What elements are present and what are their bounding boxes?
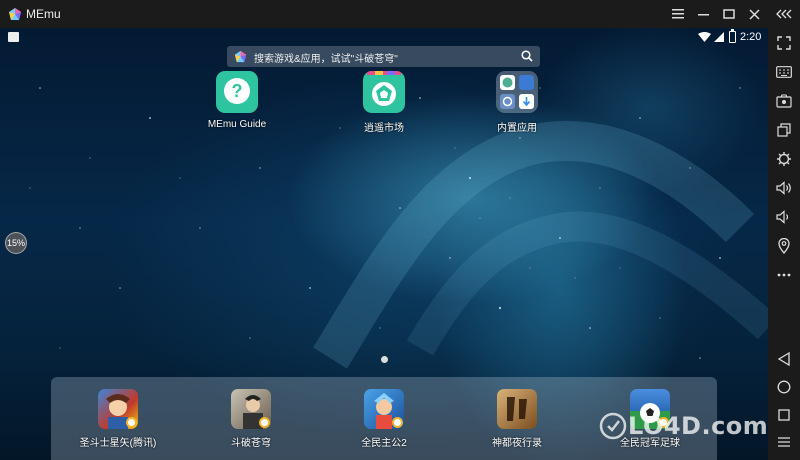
folder-icon <box>496 71 538 113</box>
dock-app-label: 圣斗士星矢(腾讯) <box>79 438 157 449</box>
doupo-game-icon <box>231 389 271 429</box>
page-indicator <box>381 356 388 363</box>
app-memu-guide[interactable]: ? MEmu Guide <box>192 71 282 130</box>
close-icon[interactable] <box>743 4 765 24</box>
app-label: 内置应用 <box>497 123 537 134</box>
memu-logo-icon <box>234 50 247 63</box>
search-bar[interactable]: 搜索游戏&应用，试试"斗破苍穹" <box>227 46 540 67</box>
quanmin-game-icon <box>364 389 404 429</box>
dock-app-label: 神都夜行录 <box>492 438 542 449</box>
recents-icon[interactable] <box>774 405 794 425</box>
dock-app-label: 斗破苍穹 <box>231 438 271 449</box>
location-icon[interactable] <box>774 236 794 256</box>
dock-app-1[interactable]: 圣斗士星矢(腾讯) <box>68 389 168 449</box>
dock-app-2[interactable]: 斗破苍穹 <box>201 389 301 449</box>
app-folder[interactable]: 内置应用 <box>472 71 562 134</box>
help-icon: ? <box>216 71 258 113</box>
wifi-icon <box>698 32 711 42</box>
window-title: MEmu <box>26 7 61 21</box>
keyboard-icon[interactable] <box>774 62 794 82</box>
more-icon[interactable] <box>774 265 794 285</box>
watermark-text: LO4D.com <box>628 412 769 440</box>
shendu-game-icon <box>497 389 537 429</box>
dock-app-3[interactable]: 全民主公2 <box>334 389 434 449</box>
back-icon[interactable] <box>774 349 794 369</box>
menu-icon[interactable] <box>667 4 689 24</box>
home-icon[interactable] <box>774 377 794 397</box>
search-icon[interactable] <box>521 50 533 62</box>
watermark: LO4D.com <box>598 408 768 444</box>
memu-logo-icon <box>9 8 21 20</box>
status-time: 2:20 <box>740 31 762 43</box>
android-menu-icon[interactable] <box>774 432 794 452</box>
android-screen: 2:20 搜索游戏&应用，试试"斗破苍穹" ? MEmu Guide 逍遥市场 … <box>0 28 768 460</box>
volume-down-icon[interactable] <box>774 207 794 227</box>
collapse-sidebar-icon[interactable] <box>773 4 795 24</box>
dock-app-4[interactable]: 神都夜行录 <box>467 389 567 449</box>
maximize-icon[interactable] <box>718 4 740 24</box>
multi-window-icon[interactable] <box>774 120 794 140</box>
search-placeholder: 搜索游戏&应用，试试"斗破苍穹" <box>254 54 398 65</box>
record-icon[interactable] <box>774 91 794 111</box>
app-label: 逍遥市场 <box>364 123 404 134</box>
signal-icon <box>714 32 724 42</box>
memory-indicator[interactable]: 15% <box>5 232 27 254</box>
app-label: MEmu Guide <box>207 119 267 130</box>
dock-app-label: 全民主公2 <box>361 438 407 449</box>
settings-icon[interactable] <box>774 149 794 169</box>
window-titlebar: MEmu <box>0 0 800 28</box>
fullscreen-icon[interactable] <box>774 33 794 53</box>
minimize-icon[interactable] <box>693 4 715 24</box>
notification-icon <box>8 32 19 42</box>
battery-icon <box>729 29 736 43</box>
status-bar: 2:20 <box>0 28 768 46</box>
volume-up-icon[interactable] <box>774 178 794 198</box>
app-market[interactable]: 逍遥市场 <box>339 71 429 134</box>
emulator-sidebar <box>768 28 800 460</box>
watermark-logo-icon <box>599 412 627 440</box>
saint-seiya-game-icon <box>98 389 138 429</box>
market-icon <box>363 71 405 113</box>
